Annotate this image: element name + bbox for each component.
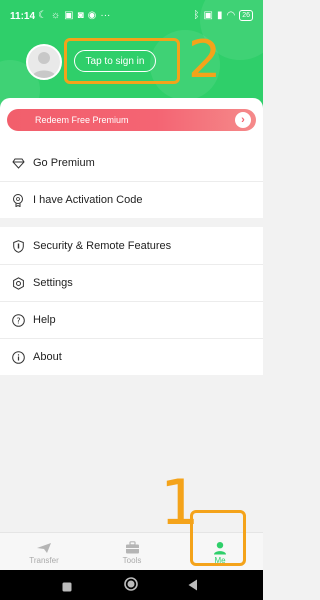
status-time: 11:14 [10, 11, 36, 22]
redeem-premium-label: Redeem Free Premium [35, 115, 129, 125]
person-icon [32, 52, 56, 78]
moon-icon: ☾ [38, 10, 47, 21]
tab-tools[interactable]: Tools [88, 533, 176, 571]
menu-label: Security & Remote Features [33, 240, 172, 252]
annotation-box-me-tab [190, 510, 246, 566]
avatar[interactable] [26, 44, 62, 80]
send-icon [36, 540, 52, 556]
info-icon [0, 350, 36, 364]
tab-transfer[interactable]: Transfer [0, 533, 88, 571]
brightness-icon: ☼ [50, 10, 61, 21]
menu-item-help[interactable]: ? Help [0, 302, 263, 338]
svg-text:?: ? [16, 316, 20, 325]
box-icon: ▣ [203, 10, 213, 21]
tab-label: Transfer [29, 555, 59, 565]
chevron-right-icon: › [235, 112, 251, 128]
gallery-icon: ◙ [77, 10, 84, 21]
system-nav-bar [0, 570, 263, 600]
toolbox-icon [125, 540, 140, 556]
menu-label: Help [33, 314, 56, 326]
status-right-icons: ᛒ ▣ ▮ ◠ 26 [193, 10, 253, 21]
badge-icon [0, 193, 36, 207]
menu-item-settings[interactable]: Settings [0, 265, 263, 301]
redeem-premium-banner[interactable]: Redeem Free Premium › [7, 109, 256, 131]
question-icon: ? [0, 313, 36, 327]
sign-in-label: Tap to sign in [85, 55, 145, 67]
menu-item-about[interactable]: About [0, 339, 263, 375]
gear-icon [0, 276, 36, 290]
annotation-number-2: 2 [188, 30, 222, 90]
status-left-icons: ☾ ☼ ▣ ◙ ◉ ··· [38, 10, 110, 21]
menu-label: Settings [33, 277, 73, 289]
more-dots: ··· [100, 10, 111, 21]
menu-item-go-premium[interactable]: Go Premium [0, 145, 263, 181]
menu-label: About [33, 351, 62, 363]
diamond-icon [0, 158, 36, 169]
profile-header: 11:14 ☾ ☼ ▣ ◙ ◉ ··· ᛒ ▣ ▮ ◠ 26 Tap to si… [0, 0, 263, 108]
menu-item-security[interactable]: Security & Remote Features [0, 228, 263, 264]
sign-in-button[interactable]: Tap to sign in [74, 50, 156, 72]
home-icon[interactable] [124, 577, 138, 596]
recents-icon[interactable] [62, 579, 72, 597]
bluetooth-icon: ᛒ [193, 10, 200, 21]
menu-label: I have Activation Code [33, 194, 143, 206]
signal-icon: ▮ [216, 10, 223, 21]
app-icon: ▣ [64, 10, 74, 21]
status-bar: 11:14 ☾ ☼ ▣ ◙ ◉ ··· ᛒ ▣ ▮ ◠ 26 [0, 0, 263, 30]
shield-icon [0, 239, 36, 253]
menu-item-activation-code[interactable]: I have Activation Code [0, 182, 263, 218]
game-icon: ◉ [87, 10, 97, 21]
battery-indicator: 26 [239, 10, 253, 21]
tab-label: Tools [122, 555, 142, 565]
wifi-icon: ◠ [226, 10, 236, 21]
back-icon[interactable] [188, 578, 198, 596]
menu-label: Go Premium [33, 157, 95, 169]
